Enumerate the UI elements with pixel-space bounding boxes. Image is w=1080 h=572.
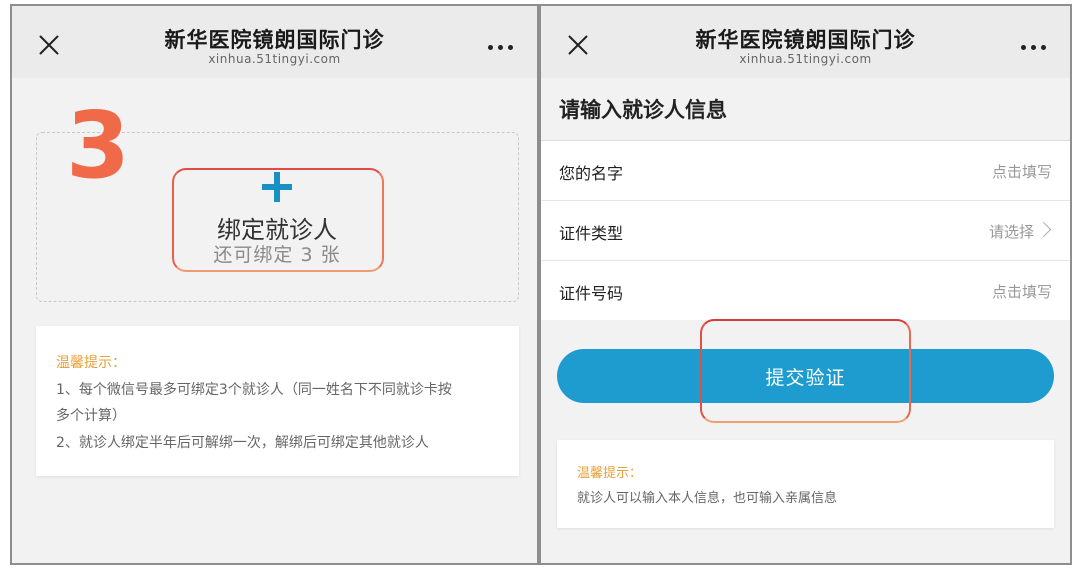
- more-icon[interactable]: [487, 45, 515, 51]
- field-value[interactable]: 请选择: [989, 221, 1034, 242]
- field-label: 您的名字: [559, 164, 624, 183]
- highlight-box: [700, 319, 911, 423]
- page-title: 新华医院镜朗国际门诊: [164, 28, 385, 52]
- patient-form: 您的名字 点击填写 证件类型 请选择 证件号码 点击填写: [541, 141, 1070, 320]
- field-label: 证件类型: [559, 224, 624, 243]
- field-value[interactable]: 点击填写: [992, 161, 1052, 182]
- top-bar: 新华医院镜朗国际门诊 xinhua.51tingyi.com: [541, 6, 1070, 78]
- left-screen: 新华医院镜朗国际门诊 xinhua.51tingyi.com 3 绑定就诊人 还…: [10, 4, 539, 565]
- page-title: 新华医院镜朗国际门诊: [695, 28, 916, 52]
- id-type-select[interactable]: 证件类型 请选择: [541, 201, 1070, 261]
- section-title: 请输入就诊人信息: [559, 98, 727, 122]
- highlight-box: [172, 168, 384, 272]
- tips-title: 温馨提示：: [56, 355, 126, 371]
- chevron-right-icon[interactable]: [1035, 221, 1052, 238]
- tips-title: 温馨提示：: [577, 466, 643, 481]
- field-value[interactable]: 点击填写: [992, 281, 1052, 302]
- right-screen: 新华医院镜朗国际门诊 xinhua.51tingyi.com 请输入就诊人信息 …: [539, 4, 1072, 565]
- step-number: 3: [66, 92, 131, 199]
- tip-line: 多个计算）: [56, 408, 126, 424]
- more-icon[interactable]: [1020, 45, 1048, 51]
- id-number-field[interactable]: 证件号码 点击填写: [541, 261, 1070, 320]
- tip-line: 就诊人可以输入本人信息，也可输入亲属信息: [577, 491, 838, 506]
- tips-card: 温馨提示： 1、每个微信号最多可绑定3个就诊人（同一姓名下不同就诊卡按 多个计算…: [36, 326, 519, 476]
- field-label: 证件号码: [559, 284, 624, 303]
- tips-card: 温馨提示： 就诊人可以输入本人信息，也可输入亲属信息: [557, 440, 1054, 528]
- tip-line: 2、就诊人绑定半年后可解绑一次，解绑后可绑定其他就诊人: [56, 435, 429, 451]
- section-header: 请输入就诊人信息: [541, 78, 1070, 141]
- page-domain: xinhua.51tingyi.com: [208, 52, 341, 66]
- page-domain: xinhua.51tingyi.com: [739, 52, 872, 66]
- tip-line: 1、每个微信号最多可绑定3个就诊人（同一姓名下不同就诊卡按: [56, 382, 452, 398]
- name-field[interactable]: 您的名字 点击填写: [541, 141, 1070, 201]
- top-bar: 新华医院镜朗国际门诊 xinhua.51tingyi.com: [12, 6, 537, 78]
